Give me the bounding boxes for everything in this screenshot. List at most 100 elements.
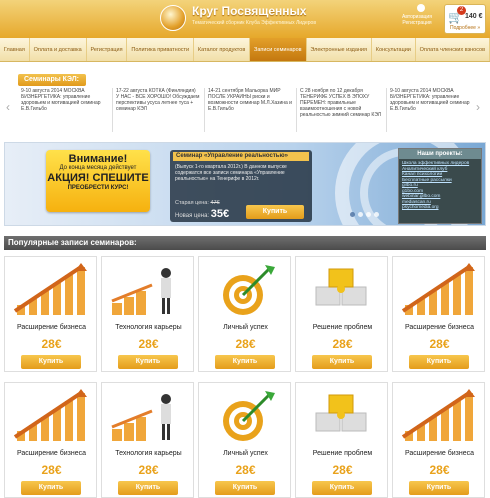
nav-item-registration[interactable]: Регистрация [87,38,128,61]
product-price: 28€ [138,337,159,351]
buy-button[interactable]: Купить [118,355,178,369]
growth-chart-icon[interactable] [399,261,479,319]
product-title[interactable]: Расширение бизнеса [5,450,98,457]
nav-item-home[interactable]: Главная [0,38,30,61]
promo-subtitle: До конца месяца действует [59,165,137,171]
product-title[interactable]: Расширение бизнеса [5,324,98,331]
slider-dot[interactable] [358,212,363,217]
chevron-left-icon[interactable]: ‹ [6,100,10,114]
growth-chart-icon[interactable] [11,387,91,445]
seminar-card[interactable]: 9-10 августа 2014 МОСКВА БИЗНЕРГЕТИКА: у… [386,88,474,132]
old-price: Старая цена: 47€ [175,200,220,206]
target-dart-icon[interactable] [205,387,285,445]
product-card[interactable]: Расширение бизнеса 28€ Купить [392,256,485,372]
target-dart-icon[interactable] [205,261,285,319]
cart-widget[interactable]: 🛒 2 140 € Подробнее » [444,4,486,34]
seminars-label: Семинары КЭЛ: [18,74,86,86]
buy-button[interactable]: Купить [312,481,372,495]
product-card[interactable]: Технология карьеры 28€ Купить [101,382,194,498]
project-link[interactable]: psychomedia.org [402,205,478,211]
featured-buy-button[interactable]: Купить [246,205,304,219]
nav-item-privacy[interactable]: Политика приватности [127,38,194,61]
user-icon [417,4,425,12]
promo-sticker[interactable]: Внимание! До конца месяца действует АКЦИ… [46,150,150,212]
product-price: 28€ [138,463,159,477]
buy-button[interactable]: Купить [21,355,81,369]
nav-item-consultations[interactable]: Консультации [372,38,416,61]
cart-details-link[interactable]: Подробнее » [450,25,480,31]
site-header: Круг Посвященных Тематический сборник Кл… [0,0,490,38]
product-price: 28€ [429,337,450,351]
slider-dot[interactable] [350,212,355,217]
popular-section-title: Популярные записи семинаров: [4,236,486,250]
seminar-card[interactable]: 9-10 августа 2014 МОСКВА БИЗНЕРГЕТИКА: у… [18,88,106,132]
puzzle-icon[interactable] [302,261,382,319]
auth-links: Авторизация Регистрация [402,14,432,26]
product-card[interactable]: Решение проблем 28€ Купить [295,256,388,372]
slider-dot[interactable] [366,212,371,217]
projects-title: Наши проекты: [399,149,481,159]
product-price: 28€ [235,337,256,351]
product-title[interactable]: Решение проблем [296,324,389,331]
product-card[interactable]: Личный успех 28€ Купить [198,256,291,372]
seminar-card[interactable]: 17-22 августа КОТКА (Финляндия) У НАС - … [112,88,200,132]
project-link[interactable]: Школа эффективных лидеров [402,161,478,167]
career-man-icon[interactable] [108,387,188,445]
product-card[interactable]: Расширение бизнеса 28€ Купить [4,382,97,498]
product-price: 28€ [235,463,256,477]
seminars-carousel: ‹ 9-10 августа 2014 МОСКВА БИЗНЕРГЕТИКА:… [6,88,484,132]
projects-panel: Наши проекты: Школа эффективных лидеров … [398,148,482,224]
career-man-icon[interactable] [108,261,188,319]
nav-item-payment[interactable]: Оплата и доставка [30,38,87,61]
product-price: 28€ [332,337,353,351]
cart-total: 140 € [465,13,483,20]
seminar-card[interactable]: 14-21 сентября Мальорка МИР ПОСЛЕ УКРАИН… [204,88,292,132]
buy-button[interactable]: Купить [215,481,275,495]
featured-course-description: (Выпуск 1-го квартала 2012г.) В данном в… [175,164,287,182]
product-title[interactable]: Технология карьеры [102,324,195,331]
featured-course-title[interactable]: Семинар «Управление реальностью» [173,152,309,161]
buy-button[interactable]: Купить [118,481,178,495]
promo-title: Внимание! [68,153,128,165]
buy-button[interactable]: Купить [409,355,469,369]
logo-icon[interactable] [160,5,186,31]
slider-dot[interactable] [374,212,379,217]
chevron-right-icon[interactable]: › [476,100,480,114]
product-card[interactable]: Решение проблем 28€ Купить [295,382,388,498]
nav-item-ebooks[interactable]: Электронные издания [307,38,372,61]
buy-button[interactable]: Купить [409,481,469,495]
product-title[interactable]: Расширение бизнеса [393,450,486,457]
main-nav: Главная Оплата и доставка Регистрация По… [0,38,490,62]
product-price: 28€ [41,463,62,477]
buy-button[interactable]: Купить [215,355,275,369]
product-title[interactable]: Личный успех [199,450,292,457]
featured-course: Семинар «Управление реальностью» (Выпуск… [170,150,312,222]
promo-cta-text: ПРЕОБРЕСТИ КУРС! [67,185,129,191]
promo-headline: АКЦИЯ! СПЕШИТЕ [47,172,149,184]
new-price: Новая цена: 35€ [175,208,230,220]
register-link[interactable]: Регистрация [402,20,432,26]
product-price: 28€ [41,337,62,351]
product-title[interactable]: Расширение бизнеса [393,324,486,331]
nav-item-seminar-records[interactable]: Записи семинаров [250,38,307,61]
nav-item-membership[interactable]: Оплата членских взносов [416,38,490,61]
buy-button[interactable]: Купить [21,481,81,495]
slider-dots [350,212,379,217]
product-title[interactable]: Технология карьеры [102,450,195,457]
product-card[interactable]: Личный успех 28€ Купить [198,382,291,498]
growth-chart-icon[interactable] [399,387,479,445]
product-card[interactable]: Технология карьеры 28€ Купить [101,256,194,372]
growth-chart-icon[interactable] [11,261,91,319]
buy-button[interactable]: Купить [312,355,372,369]
site-subtitle: Тематический сборник Клуба Эффективных Л… [192,20,316,26]
product-price: 28€ [332,463,353,477]
product-title[interactable]: Решение проблем [296,450,389,457]
site-title[interactable]: Круг Посвященных [192,4,306,18]
nav-item-catalog[interactable]: Каталог продуктов [194,38,251,61]
product-card[interactable]: Расширение бизнеса 28€ Купить [392,382,485,498]
product-card[interactable]: Расширение бизнеса 28€ Купить [4,256,97,372]
product-price: 28€ [429,463,450,477]
seminar-card[interactable]: С 28 ноября по 12 декабря ТЕНЕРИФЕ УСПЕХ… [296,88,384,132]
puzzle-icon[interactable] [302,387,382,445]
product-title[interactable]: Личный успех [199,324,292,331]
